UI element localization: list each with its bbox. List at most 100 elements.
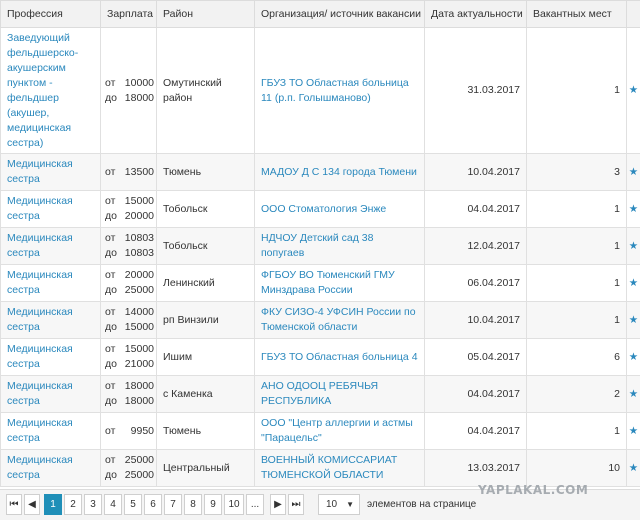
watermark: YAPLAKAL.COM — [478, 483, 589, 497]
salary-to: 21000 — [124, 358, 154, 370]
salary-cell: от 18000 до 18000 — [100, 375, 157, 413]
salary-from-label: от — [105, 380, 116, 392]
salary-cell: от 9950 — [100, 412, 157, 450]
page-button[interactable]: 7 — [164, 494, 182, 515]
star-icon[interactable]: ★ — [626, 264, 640, 302]
page-button[interactable]: 5 — [124, 494, 142, 515]
page-size-value: 10 — [326, 499, 338, 510]
page-button[interactable]: 3 — [84, 494, 102, 515]
district-cell: Тобольск — [156, 227, 255, 265]
district-cell: Ленинский — [156, 264, 255, 302]
profession-link[interactable]: Медицинская сестра — [7, 158, 73, 185]
header-district[interactable]: Район — [156, 0, 255, 28]
page-button[interactable]: 8 — [184, 494, 202, 515]
page-button[interactable]: 9 — [204, 494, 222, 515]
profession-link[interactable]: Медицинская сестра — [7, 454, 73, 481]
page-button[interactable]: 6 — [144, 494, 162, 515]
table-row[interactable]: Медицинская сестра от 15000 до 20000 Тобольск… — [0, 190, 640, 228]
prev-page-button[interactable]: ◀ — [24, 494, 40, 515]
vacancies-cell: 1 — [526, 412, 627, 450]
profession-link[interactable]: Медицинская сестра — [7, 232, 73, 259]
date-cell: 04.04.2017 — [424, 190, 527, 228]
district-cell: рп Винзили — [156, 301, 255, 339]
page-size-select[interactable]: 10 ▼ — [318, 494, 360, 515]
header-date[interactable]: Дата актуальности — [424, 0, 527, 28]
last-page-button[interactable]: ⏭ — [288, 494, 304, 515]
star-icon[interactable]: ★ — [626, 412, 640, 450]
organization-link[interactable]: ООО Стоматология Энже — [261, 203, 386, 215]
organization-link[interactable]: НДЧОУ Детский сад 38 попугаев — [261, 232, 373, 259]
first-page-button[interactable]: ⏮ — [6, 494, 22, 515]
star-icon[interactable]: ★ — [626, 375, 640, 413]
date-cell: 04.04.2017 — [424, 375, 527, 413]
next-page-button[interactable]: ▶ — [270, 494, 286, 515]
star-icon[interactable]: ★ — [626, 338, 640, 376]
district-cell: Омутинский район — [156, 27, 255, 154]
profession-link[interactable]: Медицинская сестра — [7, 380, 73, 407]
organization-link[interactable]: ФКУ СИЗО-4 УФСИН России по Тюменской обл… — [261, 306, 416, 333]
header-salary[interactable]: Зарплата — [100, 0, 157, 28]
salary-to-label: до — [105, 358, 117, 370]
header-organization[interactable]: Организация/ источник вакансии — [254, 0, 425, 28]
salary-to: 25000 — [124, 284, 154, 296]
table-row[interactable]: Медицинская сестра от 15000 до 21000 Ишим ГБУЗ… — [0, 338, 640, 376]
salary-to: 18000 — [124, 395, 154, 407]
profession-link[interactable]: Медицинская сестра — [7, 343, 73, 370]
date-cell: 31.03.2017 — [424, 27, 527, 154]
salary-to: 10803 — [124, 247, 154, 259]
vacancies-cell: 1 — [526, 264, 627, 302]
organization-link[interactable]: ГБУЗ ТО Областная больница 4 — [261, 351, 418, 363]
profession-link[interactable]: Медицинская сестра — [7, 417, 73, 444]
table-row[interactable]: Медицинская сестра от 9950 Тюмень ООО "Центр… — [0, 412, 640, 450]
header-profession[interactable]: Профессия — [0, 0, 101, 28]
salary-cell: от 14000 до 15000 — [100, 301, 157, 339]
salary-to-label: до — [105, 469, 117, 481]
page-button[interactable]: 10 — [224, 494, 244, 515]
salary-cell: от 13500 — [100, 153, 157, 191]
table-row[interactable]: Медицинская сестра от 18000 до 18000 с Каменк… — [0, 375, 640, 413]
salary-from-label: от — [105, 165, 116, 178]
star-icon[interactable]: ★ — [626, 449, 640, 487]
salary-cell: от 10000 до 18000 — [100, 27, 157, 154]
page-button[interactable]: 4 — [104, 494, 122, 515]
page-button[interactable]: ... — [246, 494, 264, 515]
salary-cell: от 10803 до 10803 — [100, 227, 157, 265]
organization-link[interactable]: МАДОУ Д С 134 города Тюмени — [261, 166, 417, 178]
star-icon[interactable]: ★ — [626, 301, 640, 339]
profession-link[interactable]: Медицинская сестра — [7, 269, 73, 296]
vacancies-cell: 1 — [526, 301, 627, 339]
salary-to-label: до — [105, 210, 117, 222]
salary-to-label: до — [105, 321, 117, 333]
profession-link[interactable]: Медицинская сестра — [7, 195, 73, 222]
salary-from-label: от — [105, 306, 116, 318]
star-icon[interactable]: ★ — [626, 190, 640, 228]
salary-from-label: от — [105, 424, 116, 437]
star-icon[interactable]: ★ — [626, 27, 640, 154]
header-vacancies[interactable]: Вакантных мест — [526, 0, 627, 28]
profession-link[interactable]: Заведующий фельдшерско-акушерским пункто… — [7, 32, 78, 149]
organization-link[interactable]: АНО ОДООЦ РЕБЯЧЬЯ РЕСПУБЛИКА — [261, 380, 378, 407]
vacancies-cell: 1 — [526, 227, 627, 265]
salary-to-label: до — [105, 247, 117, 259]
profession-link[interactable]: Медицинская сестра — [7, 306, 73, 333]
salary-to: 18000 — [124, 91, 154, 104]
salary-from: 14000 — [124, 306, 154, 318]
table-row[interactable]: Медицинская сестра от 20000 до 25000 Ленински… — [0, 264, 640, 302]
salary-from: 20000 — [124, 269, 154, 281]
organization-link[interactable]: ООО "Центр аллергии и астмы "Парацельс" — [261, 417, 413, 444]
table-row[interactable]: Заведующий фельдшерско-акушерским пункто… — [0, 27, 640, 154]
page-button[interactable]: 1 — [44, 494, 62, 515]
page-button[interactable]: 2 — [64, 494, 82, 515]
table-row[interactable]: Медицинская сестра от 25000 до 25000 Централь… — [0, 449, 640, 487]
salary-from-label: от — [105, 343, 116, 355]
table-row[interactable]: Медицинская сестра от 14000 до 15000 рп Винзи… — [0, 301, 640, 339]
organization-link[interactable]: ФГБОУ ВО Тюменский ГМУ Минздрава России — [261, 269, 395, 296]
organization-link[interactable]: ВОЕННЫЙ КОМИССАРИАТ ТЮМЕНСКОЙ ОБЛАСТИ — [261, 454, 397, 481]
table-row[interactable]: Медицинская сестра от 13500 Тюмень МАДОУ Д С… — [0, 153, 640, 191]
table-row[interactable]: Медицинская сестра от 10803 до 10803 Тобольск… — [0, 227, 640, 265]
star-icon[interactable]: ★ — [626, 153, 640, 191]
date-cell: 10.04.2017 — [424, 301, 527, 339]
vacancies-cell: 2 — [526, 375, 627, 413]
star-icon[interactable]: ★ — [626, 227, 640, 265]
organization-link[interactable]: ГБУЗ ТО Областная больница 11 (р.п. Голы… — [261, 77, 409, 104]
